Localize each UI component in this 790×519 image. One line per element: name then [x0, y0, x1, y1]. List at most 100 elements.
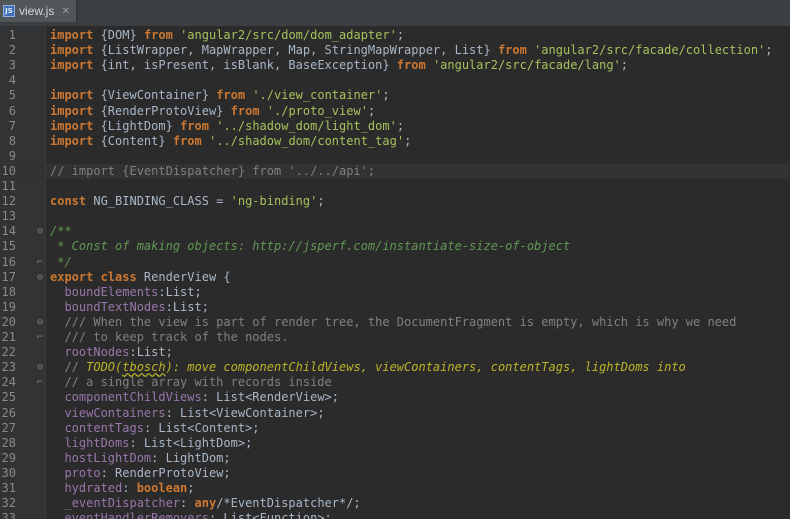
code-token: _eventDispatcher: [64, 496, 181, 511]
tab-view-js[interactable]: JS view.js ✕: [0, 0, 77, 22]
code-editor[interactable]: 1 2 3 4 5 6 7 8 9 10 11 12 13 14 ⊖ 15 16 ⌐ 17 ⊖ 18 19 20 ⊖ 21 ⌐ 22…: [0, 26, 790, 519]
code-token: TODO(: [86, 360, 123, 375]
code-line[interactable]: boundElements:List;: [46, 285, 790, 300]
code-line[interactable]: eventHandlerRemovers: List<Function>;: [46, 511, 790, 519]
line-number-row: 2: [0, 43, 45, 58]
line-number-row: 15: [0, 239, 45, 254]
code-line[interactable]: contentTags: List<Content>;: [46, 421, 790, 436]
code-line[interactable]: lightDoms: List<LightDom>;: [46, 436, 790, 451]
code-token: {DOM}: [93, 28, 144, 42]
code-token: : List<ViewContainer>;: [165, 405, 325, 420]
code-token: from: [497, 43, 527, 58]
line-number-row: 25: [0, 390, 45, 405]
code-line[interactable]: import {DOM} from 'angular2/src/dom/dom_…: [46, 28, 790, 43]
code-line[interactable]: import {Content} from '../shadow_dom/con…: [46, 134, 790, 149]
code-line[interactable]: export class RenderView {: [46, 270, 790, 285]
code-token: ;: [367, 103, 376, 118]
code-line[interactable]: componentChildViews: List<RenderView>;: [46, 390, 790, 405]
line-number-row: 10: [0, 163, 45, 179]
code-line[interactable]: proto: RenderProtoView;: [46, 466, 790, 481]
code-line[interactable]: /**: [46, 224, 790, 239]
fold-open-icon[interactable]: ⊖: [37, 224, 43, 239]
line-number-row: 12: [0, 194, 45, 209]
line-number-row: 16 ⌐: [0, 255, 45, 270]
line-number: 6: [8, 103, 16, 118]
code-line[interactable]: rootNodes:List;: [46, 345, 790, 360]
code-token: :: [122, 481, 137, 495]
line-number-row: 6: [0, 104, 45, 119]
code-token: any: [194, 496, 217, 511]
code-line[interactable]: * Const of making objects: http://jsperf…: [46, 239, 790, 254]
code-line[interactable]: [46, 209, 790, 224]
line-number: 17: [1, 269, 16, 284]
code-token: ): move componentChildViews, viewContain…: [165, 360, 686, 375]
code-token: from: [143, 28, 173, 42]
fold-open-icon[interactable]: ⊖: [37, 315, 43, 330]
line-number: 21: [1, 330, 16, 344]
code-line[interactable]: viewContainers: List<ViewContainer>;: [46, 406, 790, 421]
code-token: from: [172, 133, 202, 148]
code-line[interactable]: // a single array with records inside: [46, 375, 790, 390]
code-token: hostLightDom: [64, 450, 152, 465]
fold-end-icon[interactable]: ⌐: [37, 330, 43, 345]
line-number-row: 19: [0, 300, 45, 315]
line-number: 4: [8, 73, 16, 88]
line-number: 25: [1, 390, 16, 405]
code-token: {ViewContainer}: [93, 88, 217, 103]
code-line[interactable]: import {int, isPresent, isBlank, BaseExc…: [46, 58, 790, 73]
line-number: 19: [1, 299, 16, 314]
code-line[interactable]: import {RenderProtoView} from './proto_v…: [46, 104, 790, 119]
code-token: /*EventDispatcher*/;: [216, 496, 361, 511]
code-line[interactable]: // TODO(tbosch): move componentChildView…: [46, 360, 790, 375]
code-line[interactable]: const NG_BINDING_CLASS = 'ng-binding';: [46, 194, 790, 209]
line-number-row: 28: [0, 436, 45, 451]
code-line[interactable]: hydrated: boolean;: [46, 481, 790, 496]
code-line[interactable]: /// to keep track of the nodes.: [46, 330, 790, 345]
code-token: viewContainers: [64, 405, 166, 420]
code-token: /**: [50, 224, 72, 239]
fold-end-icon[interactable]: ⌐: [37, 375, 43, 390]
code-token: './proto_view': [266, 103, 368, 118]
line-number-row: 23 ⊖: [0, 360, 45, 375]
line-number: 20: [1, 314, 16, 329]
fold-open-icon[interactable]: ⊖: [37, 360, 43, 375]
code-line[interactable]: import {ListWrapper, MapWrapper, Map, St…: [46, 43, 790, 58]
fold-end-icon[interactable]: ⌐: [37, 255, 43, 270]
code-token: : List<RenderView>;: [201, 390, 340, 405]
code-line[interactable]: import {ViewContainer} from './view_cont…: [46, 88, 790, 103]
line-number-row: 26: [0, 406, 45, 421]
code-line[interactable]: // import {EventDispatcher} from '../../…: [46, 163, 790, 179]
code-token: import: [50, 133, 94, 148]
code-line[interactable]: [46, 149, 790, 164]
code-line[interactable]: _eventDispatcher: any/*EventDispatcher*/…: [46, 496, 790, 511]
code-token: :: [180, 496, 195, 511]
code-line[interactable]: /// When the view is part of render tree…: [46, 315, 790, 330]
line-number: 18: [1, 284, 16, 299]
code-token: rootNodes: [64, 345, 130, 360]
code-line[interactable]: [46, 179, 790, 194]
code-line[interactable]: */: [46, 255, 790, 270]
fold-open-icon[interactable]: ⊖: [37, 270, 43, 285]
code-line[interactable]: boundTextNodes:List;: [46, 300, 790, 315]
line-number: 28: [1, 435, 16, 450]
code-line[interactable]: import {LightDom} from '../shadow_dom/li…: [46, 119, 790, 134]
line-number: 24: [1, 375, 16, 390]
code-token: import: [50, 28, 94, 42]
line-number: 23: [1, 360, 16, 375]
code-token: tbosch: [122, 360, 166, 375]
tab-label: view.js: [19, 4, 55, 18]
close-icon[interactable]: ✕: [62, 6, 70, 17]
code-line[interactable]: [46, 73, 790, 88]
code-token: /// When the view is part of render tree…: [50, 314, 737, 329]
code-area[interactable]: import {DOM} from 'angular2/src/dom/dom_…: [46, 26, 790, 519]
code-line[interactable]: hostLightDom: LightDom;: [46, 451, 790, 466]
line-number-row: 5: [0, 88, 45, 103]
code-token: boundTextNodes: [64, 299, 166, 314]
code-token: from: [180, 118, 209, 133]
